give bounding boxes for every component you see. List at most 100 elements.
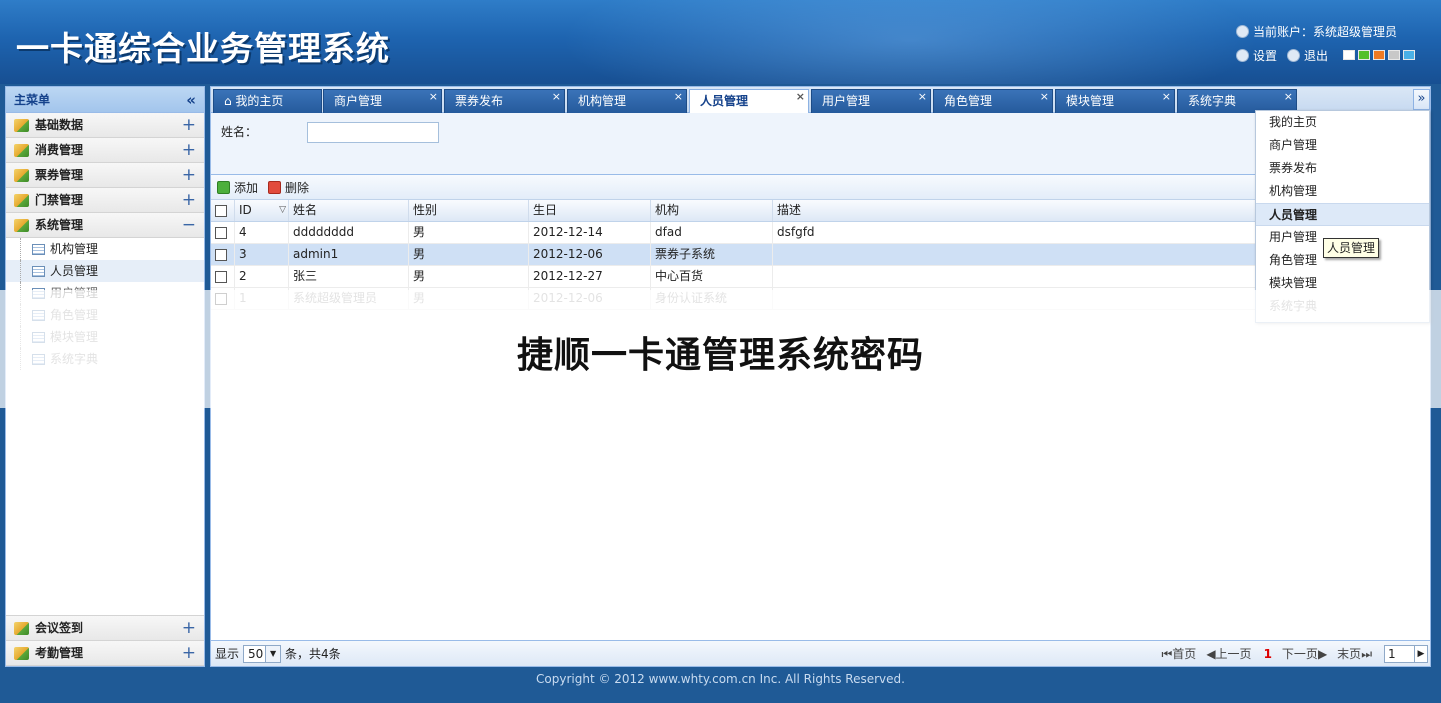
close-tab-icon[interactable]: × — [796, 86, 805, 108]
column-header-4[interactable]: 生日 — [529, 200, 651, 221]
tab-list-item[interactable]: 商户管理 — [1256, 134, 1429, 157]
sort-icon[interactable]: ▽ — [279, 200, 286, 221]
menu-group-label: 门禁管理 — [35, 193, 84, 207]
row-checkbox[interactable] — [215, 270, 227, 283]
sidebar-item-1[interactable]: 机构管理 — [6, 238, 204, 260]
tab-1[interactable]: ⌂ 我的主页 — [213, 89, 322, 113]
table-row[interactable]: 2 张三男 2012-12-27 中心百货 — [211, 266, 1430, 288]
menu-group-top-2[interactable]: 票券管理 + — [6, 163, 204, 188]
theme-swatches — [1340, 49, 1416, 63]
table-row[interactable]: 3 admin1 男 2012-12-06 票券子系统 — [211, 244, 1430, 266]
close-tab-icon[interactable]: × — [1040, 86, 1049, 108]
footer-copyright: Copyright © 2012 www.whty.com.cn Inc. Al… — [536, 672, 905, 686]
gear-icon[interactable] — [1236, 49, 1249, 62]
name-search-input[interactable] — [307, 122, 439, 143]
row-checkbox-cell[interactable] — [211, 244, 235, 265]
expand-toggle-icon[interactable]: + — [182, 113, 196, 137]
settings-link[interactable]: 设置 — [1253, 47, 1277, 64]
menu-group-bottom-0[interactable]: 会议签到 + — [6, 616, 204, 641]
name-label: 姓名： — [221, 125, 258, 139]
sidebar-item-2[interactable]: 人员管理 — [6, 260, 204, 282]
menu-group-top-0[interactable]: 基础数据 + — [6, 113, 204, 138]
page-number-input[interactable]: 1 ▶ — [1384, 644, 1428, 663]
tab-label: 人员管理 — [700, 94, 749, 108]
power-icon[interactable] — [1287, 49, 1301, 62]
table-cell: 2012-12-06 — [529, 244, 651, 265]
tab-list-item[interactable]: 人员管理 — [1256, 203, 1429, 226]
column-header-2[interactable]: 姓名 — [289, 200, 409, 221]
row-checkbox-cell[interactable] — [211, 266, 235, 287]
close-tab-icon[interactable]: × — [1284, 86, 1293, 108]
select-all-checkbox[interactable] — [215, 204, 227, 217]
table-cell: 男 — [409, 222, 529, 243]
tab-list-item[interactable]: 机构管理 — [1256, 180, 1429, 203]
table-row[interactable]: 4 dddddddd 男 2012-12-14 dfad dsfgfd — [211, 222, 1430, 244]
expand-toggle-icon[interactable]: + — [182, 163, 196, 187]
add-button[interactable]: 添加 — [217, 179, 258, 196]
table-cell: dddddddd — [289, 222, 409, 243]
tab-list-item[interactable]: 票券发布 — [1256, 157, 1429, 180]
next-page-link[interactable]: 下一页▶ — [1282, 645, 1327, 662]
table-cell: 3 — [235, 244, 289, 265]
delete-button[interactable]: 删除 — [268, 179, 309, 196]
folder-icon — [14, 118, 29, 132]
column-header-5[interactable]: 机构 — [651, 200, 773, 221]
first-page-link[interactable]: ⏮首页 — [1161, 645, 1196, 662]
close-tab-icon[interactable]: × — [429, 86, 438, 108]
tab-label: 角色管理 — [944, 94, 993, 108]
chevron-down-icon: ▼ — [265, 645, 281, 662]
page-number-value: 1 — [1388, 646, 1396, 661]
theme-swatch-3[interactable] — [1373, 49, 1386, 60]
tab-2[interactable]: 商户管理 × — [323, 89, 442, 113]
expand-toggle-icon[interactable]: + — [182, 188, 196, 212]
menu-group-bottom-1[interactable]: 考勤管理 + — [6, 641, 204, 666]
menu-group-label: 系统管理 — [35, 218, 84, 232]
sidebar-title: 主菜单 — [14, 93, 51, 107]
row-checkbox-cell[interactable] — [211, 222, 235, 243]
close-tab-icon[interactable]: × — [552, 86, 561, 108]
close-tab-icon[interactable]: × — [918, 86, 927, 108]
theme-swatch-2[interactable] — [1358, 49, 1371, 60]
close-tab-icon[interactable]: × — [674, 86, 683, 108]
folder-icon — [14, 621, 29, 635]
header-glow — [560, 0, 1260, 84]
header-tools: 设置 退出 — [1236, 47, 1416, 64]
tab-list-dropdown-icon[interactable]: » — [1413, 89, 1430, 110]
menu-group-top-4[interactable]: 系统管理 − — [6, 213, 204, 238]
theme-swatch-5[interactable] — [1403, 49, 1416, 60]
page-size-select[interactable]: 50 ▼ — [243, 644, 282, 663]
expand-toggle-icon[interactable]: + — [182, 641, 196, 665]
expand-toggle-icon[interactable]: − — [182, 213, 196, 237]
close-tab-icon[interactable]: × — [1162, 86, 1171, 108]
logout-link[interactable]: 退出 — [1304, 47, 1328, 64]
tab-8[interactable]: 模块管理 × — [1055, 89, 1175, 113]
tab-list-item[interactable]: 我的主页 — [1256, 111, 1429, 134]
last-page-link[interactable]: 末页⏭ — [1337, 645, 1372, 662]
menu-group-top-1[interactable]: 消费管理 + — [6, 138, 204, 163]
folder-icon — [14, 218, 29, 232]
row-checkbox[interactable] — [215, 248, 227, 261]
theme-swatch-1[interactable] — [1343, 49, 1356, 60]
table-cell: 中心百货 — [651, 266, 773, 287]
expand-toggle-icon[interactable]: + — [182, 138, 196, 162]
tab-5[interactable]: 人员管理 × — [689, 89, 809, 113]
collapse-sidebar-icon[interactable]: « — [186, 87, 196, 113]
column-header-3[interactable]: 性别 — [409, 200, 529, 221]
menu-group-top-3[interactable]: 门禁管理 + — [6, 188, 204, 213]
prev-page-link[interactable]: ◀上一页 — [1206, 645, 1251, 662]
current-page: 1 — [1263, 646, 1272, 661]
tab-3[interactable]: 票券发布 × — [444, 89, 565, 113]
select-all-checkbox-cell[interactable] — [211, 200, 235, 221]
column-header-1[interactable]: ID ▽ — [235, 200, 289, 221]
tab-4[interactable]: 机构管理 × — [567, 89, 687, 113]
tab-7[interactable]: 角色管理 × — [933, 89, 1053, 113]
go-icon[interactable]: ▶ — [1414, 644, 1428, 663]
add-icon — [217, 180, 230, 194]
tab-6[interactable]: 用户管理 × — [811, 89, 931, 113]
table-cell: admin1 — [289, 244, 409, 265]
theme-swatch-4[interactable] — [1388, 49, 1401, 60]
app-header: 一卡通综合业务管理系统 当前账户：系统超级管理员 设置 退出 — [0, 0, 1441, 84]
sidebar-header: 主菜单 « — [6, 87, 204, 113]
row-checkbox[interactable] — [215, 226, 227, 239]
expand-toggle-icon[interactable]: + — [182, 616, 196, 640]
